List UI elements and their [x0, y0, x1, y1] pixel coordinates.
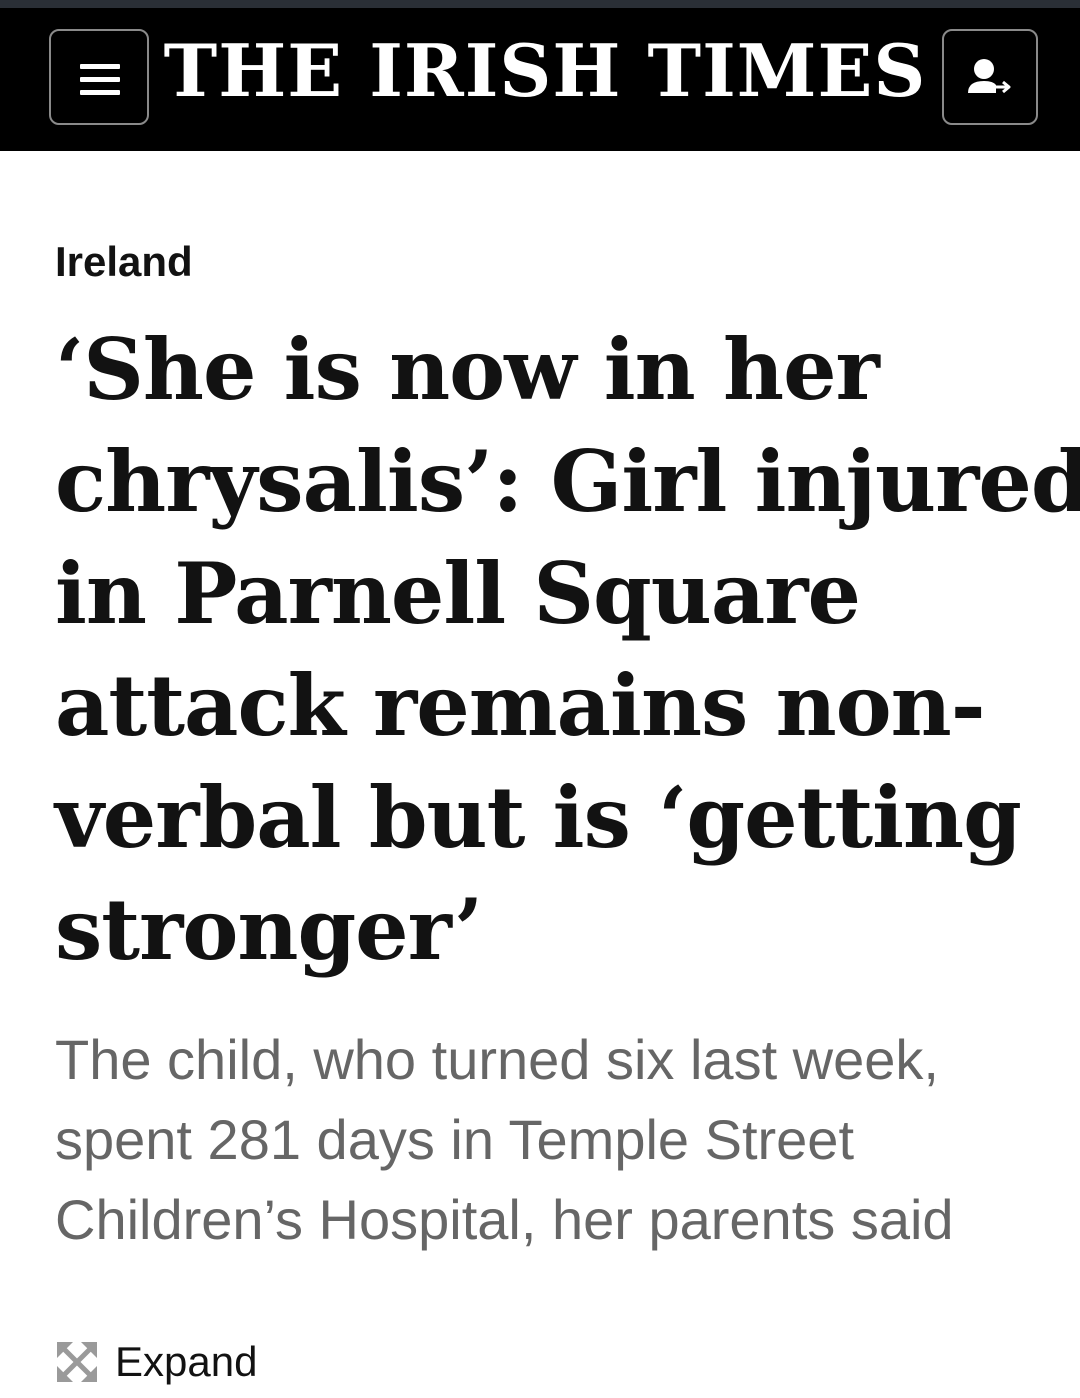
headline-line: verbal but is ‘getting	[55, 768, 1022, 867]
masthead-logo[interactable]: THE IRISH TIMES	[150, 26, 940, 116]
hamburger-menu-icon	[80, 62, 120, 95]
expand-label: Expand	[115, 1338, 258, 1385]
standfirst-line: Children’s Hospital, her parents said	[55, 1188, 954, 1251]
headline-line: chrysalis’: Girl injured	[55, 432, 1080, 531]
expand-arrows-icon	[57, 1342, 97, 1382]
headline-line: ‘She is now in her	[55, 320, 880, 419]
expand-button[interactable]: Expand	[55, 1334, 257, 1390]
header-top-line	[0, 0, 1080, 8]
article-standfirst: The child, who turned six last week, spe…	[55, 1020, 1045, 1260]
headline-line: attack remains non-	[55, 656, 986, 755]
headline-line: in Parnell Square	[55, 544, 861, 643]
section-label[interactable]: Ireland	[55, 234, 193, 290]
standfirst-line: The child, who turned six last week,	[55, 1028, 939, 1091]
menu-button[interactable]	[49, 29, 149, 125]
headline-line: stronger’	[55, 880, 483, 979]
site-header: THE IRISH TIMES	[0, 0, 1080, 151]
user-sign-in-icon	[968, 59, 1011, 94]
article-headline: ‘She is now in her chrysalis’: Girl inju…	[55, 314, 1080, 986]
account-button[interactable]	[942, 29, 1038, 125]
standfirst-line: spent 281 days in Temple Street	[55, 1108, 855, 1171]
